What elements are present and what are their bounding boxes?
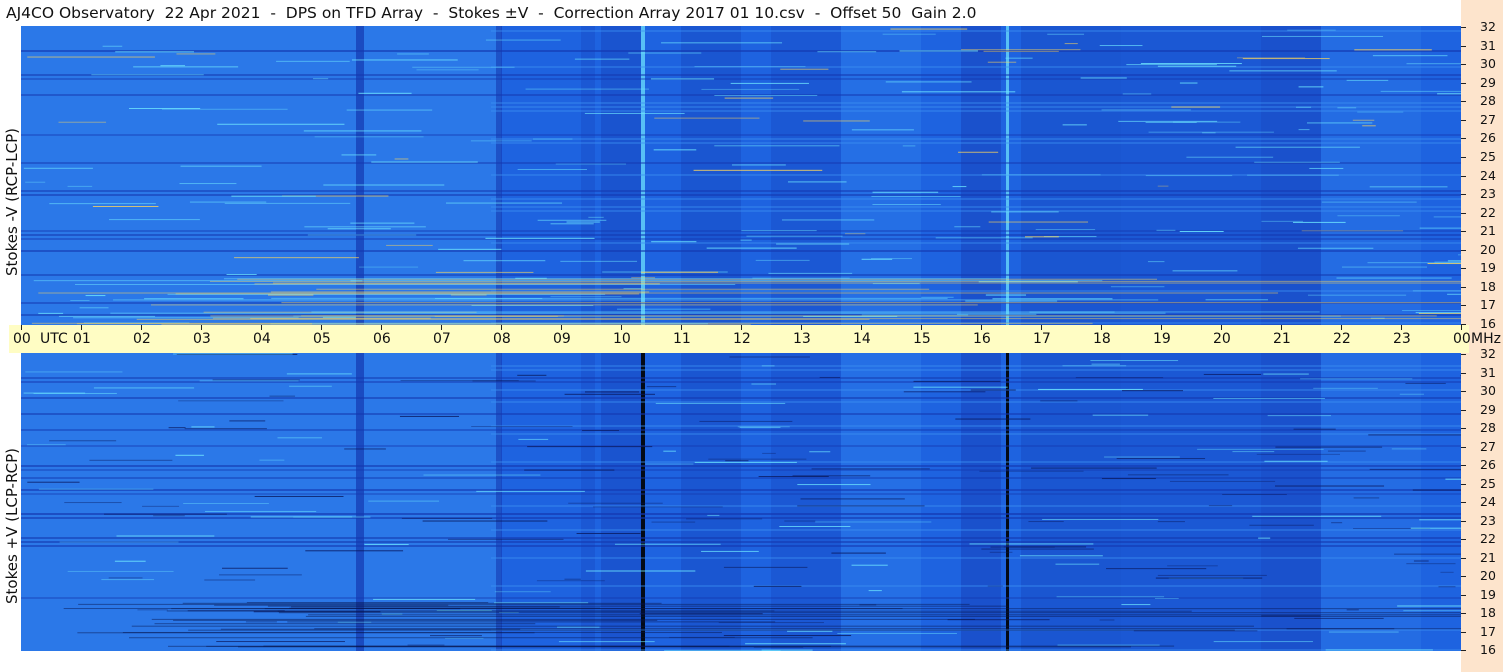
freq-tick-label: 20 <box>1480 241 1496 257</box>
time-tick-label: 01 <box>73 331 91 347</box>
freq-tick-label: 21 <box>1480 549 1496 565</box>
freq-tick-label: 24 <box>1480 167 1496 183</box>
time-tick-label: 22 <box>1333 331 1351 347</box>
freq-tick <box>1461 539 1466 540</box>
freq-tick <box>1461 650 1466 651</box>
time-tick-label: 16 <box>973 331 991 347</box>
freq-tick-label: 28 <box>1480 420 1496 435</box>
freq-tick-label: 23 <box>1480 186 1496 202</box>
freq-tick <box>1461 212 1466 214</box>
freq-tick-label: 16 <box>1480 642 1496 657</box>
freq-tick-label: 17 <box>1480 623 1496 639</box>
freq-tick <box>1461 428 1466 429</box>
freq-tick-label: 24 <box>1480 494 1496 509</box>
freq-tick-label: 16 <box>1480 316 1496 331</box>
time-tick-label: 15 <box>913 331 931 347</box>
freq-tick <box>1461 502 1466 503</box>
freq-tick <box>1461 45 1466 47</box>
time-tick-label: 23 <box>1393 331 1411 347</box>
freq-tick <box>1461 483 1466 485</box>
freq-tick-label: 23 <box>1480 512 1496 528</box>
freq-tick-label: 32 <box>1480 346 1496 361</box>
freq-tick <box>1461 231 1466 233</box>
time-tick-label: 09 <box>553 331 571 347</box>
freq-tick <box>1461 138 1466 140</box>
freq-tick <box>1461 520 1466 522</box>
freq-tick <box>1461 613 1466 614</box>
time-tick-label: 04 <box>253 331 271 347</box>
time-tick-label: 06 <box>373 331 391 347</box>
mhz-label: MHz <box>1471 331 1501 347</box>
freq-tick <box>1461 64 1466 66</box>
freq-tick-label: 22 <box>1480 204 1496 220</box>
freq-tick-label: 19 <box>1480 260 1496 276</box>
time-tick-label: 02 <box>133 331 151 347</box>
time-tick-label: 17 <box>1033 331 1051 347</box>
freq-tick-label: 25 <box>1480 148 1496 164</box>
freq-tick <box>1461 576 1466 577</box>
freq-tick-label: 26 <box>1480 130 1496 146</box>
time-tick-label: 19 <box>1153 331 1171 347</box>
freq-tick <box>1461 119 1466 121</box>
freq-tick <box>1461 27 1466 28</box>
stokes-plus-v-spectrogram <box>21 353 1461 651</box>
freq-tick <box>1461 594 1466 596</box>
freq-tick <box>1461 249 1466 251</box>
freq-tick-label: 29 <box>1480 74 1496 90</box>
time-tick-label: 18 <box>1093 331 1111 347</box>
time-tick-label: 00 <box>13 331 31 347</box>
freq-tick-label: 21 <box>1480 223 1496 239</box>
freq-tick <box>1461 446 1466 448</box>
freq-tick-label: 29 <box>1480 401 1496 417</box>
freq-tick-label: 25 <box>1480 475 1496 491</box>
freq-tick <box>1461 156 1466 158</box>
utc-label: UTC <box>40 331 68 347</box>
top-panel-label: Stokes -V (RCP-LCP) <box>3 128 21 276</box>
freq-tick <box>1461 372 1466 374</box>
stokes-minus-v-spectrogram <box>21 26 1461 325</box>
time-tick-label: 03 <box>193 331 211 347</box>
freq-tick-label: 31 <box>1480 37 1496 53</box>
freq-tick-label: 30 <box>1480 56 1496 72</box>
freq-tick-label: 30 <box>1480 383 1496 398</box>
freq-tick <box>1461 557 1466 559</box>
spectrogram-title: AJ4CO Observatory 22 Apr 2021 - DPS on T… <box>6 4 977 22</box>
freq-tick <box>1461 391 1466 392</box>
freq-tick-label: 18 <box>1480 605 1496 620</box>
freq-tick-label: 28 <box>1480 93 1496 109</box>
freq-tick <box>1461 268 1466 270</box>
time-tick-label: 14 <box>853 331 871 347</box>
time-tick-label: 20 <box>1213 331 1231 347</box>
freq-tick <box>1461 82 1466 84</box>
time-tick-label: 08 <box>493 331 511 347</box>
freq-tick-label: 31 <box>1480 364 1496 380</box>
freq-tick <box>1461 194 1466 196</box>
freq-tick <box>1461 175 1466 177</box>
freq-tick <box>1461 286 1466 288</box>
freq-tick <box>1461 631 1466 633</box>
freq-tick <box>1461 305 1466 307</box>
freq-tick-label: 27 <box>1480 111 1496 127</box>
freq-tick-label: 32 <box>1480 19 1496 34</box>
freq-tick-label: 17 <box>1480 297 1496 313</box>
freq-tick <box>1461 354 1466 355</box>
freq-tick-label: 19 <box>1480 586 1496 602</box>
freq-tick-label: 27 <box>1480 438 1496 454</box>
time-tick-label: 07 <box>433 331 451 347</box>
time-tick-label: 12 <box>733 331 751 347</box>
freq-tick <box>1461 409 1466 411</box>
freq-tick-label: 18 <box>1480 278 1496 294</box>
freq-tick-label: 22 <box>1480 531 1496 546</box>
freq-tick <box>1461 101 1466 103</box>
freq-tick <box>1461 465 1466 466</box>
time-tick-label: 05 <box>313 331 331 347</box>
bottom-panel-label: Stokes +V (LCP-RCP) <box>3 448 21 604</box>
time-tick-label: 21 <box>1273 331 1291 347</box>
time-tick-label: 00 <box>1453 331 1471 347</box>
freq-tick-label: 26 <box>1480 457 1496 472</box>
time-tick-label: 13 <box>793 331 811 347</box>
freq-tick-label: 20 <box>1480 568 1496 583</box>
time-tick-label: 11 <box>673 331 691 347</box>
time-tick-label: 10 <box>613 331 631 347</box>
